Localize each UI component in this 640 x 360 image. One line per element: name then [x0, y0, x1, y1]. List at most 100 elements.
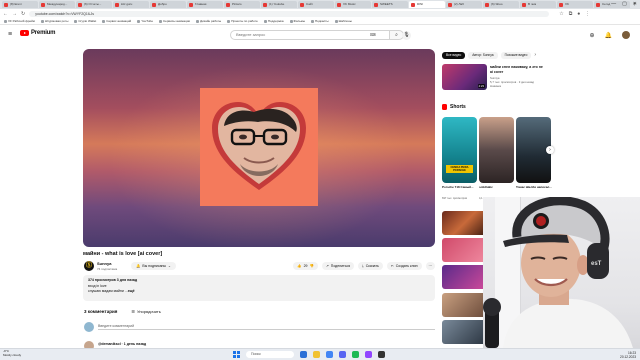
mic-icon[interactable]: 🎙 — [402, 31, 411, 40]
tab-favicon-icon — [448, 2, 452, 7]
channel-avatar[interactable]: Ⓢ — [84, 261, 94, 271]
search-input[interactable]: Введите запрос — [230, 30, 390, 40]
keyboard-icon[interactable]: ⌨ — [370, 32, 376, 37]
short-caption[interactable]: Томас Шелби написал... — [516, 185, 552, 190]
system-tray[interactable]: 16:23 20.12.2023 — [620, 351, 636, 359]
browser-tab[interactable]: Сайт — [298, 1, 334, 8]
back-icon[interactable]: ← — [3, 11, 8, 17]
bookmark-item[interactable]: Сервис анимаций — [102, 19, 131, 23]
short-card[interactable]: CEMOA PEWA PORSCHE — [442, 117, 477, 183]
file-explorer-icon[interactable] — [313, 351, 320, 358]
bookmark-item[interactable]: Сервисы анимации — [159, 19, 190, 23]
shorts-next-icon[interactable]: › — [546, 146, 554, 154]
taskbar-search[interactable]: Поиск — [246, 351, 294, 358]
browser-tab[interactable]: (6) Ясно — [483, 1, 519, 8]
short-caption[interactable]: Porsche 718 Самый... — [442, 185, 478, 190]
browser-tab[interactable]: VK Music — [335, 1, 371, 8]
browser-tab[interactable]: Международ... — [39, 1, 75, 8]
bookmark-item[interactable]: Шаблоны — [334, 19, 352, 23]
sort-button[interactable]: ☰ Упорядочить — [131, 309, 160, 314]
tab-favicon-icon — [559, 2, 563, 7]
close-icon[interactable]: ✕ — [633, 1, 637, 7]
browser-tab[interactable]: (1) Youtube — [261, 1, 297, 8]
browser-tab[interactable]: VK — [557, 1, 593, 8]
chip-related[interactable]: Похожие видео — [500, 52, 532, 59]
twitch-icon[interactable] — [365, 351, 372, 358]
chevron-right-icon[interactable]: › — [534, 52, 536, 59]
minimize-icon[interactable]: — — [611, 1, 616, 7]
shorts-label: Shorts — [450, 104, 466, 110]
obs-icon[interactable] — [378, 351, 385, 358]
youtube-logo[interactable]: Premium — [20, 30, 55, 36]
bookmark-item[interactable]: YouTube — [137, 19, 153, 23]
comment-author[interactable]: @demaniksol · 1 день назад — [98, 342, 146, 346]
browser-tab[interactable]: Добро — [150, 1, 186, 8]
download-icon: ⤓ — [362, 264, 364, 268]
rec-thumbnail[interactable] — [442, 238, 487, 262]
clip-button[interactable]: ✂ Создать клип — [386, 262, 422, 270]
browser-tab[interactable]: (6) Отчеты... — [76, 1, 112, 8]
forward-icon[interactable]: → — [12, 11, 17, 17]
bookmark-item[interactable]: Дизайн работы — [196, 19, 221, 23]
menu-icon[interactable]: ≡ — [8, 31, 12, 38]
task-view-icon[interactable] — [300, 351, 307, 358]
video-player[interactable] — [83, 49, 435, 247]
chrome-icon[interactable] — [326, 351, 333, 358]
bookmark-item[interactable]: Штурмовая роты — [40, 19, 68, 23]
short-card[interactable] — [479, 117, 514, 183]
rec-thumbnail[interactable] — [442, 320, 487, 344]
bookmark-label: Подкасты — [315, 19, 329, 23]
browser-tab[interactable]: (8) Ereni — [2, 1, 38, 8]
rec-title[interactable]: майни спел наживаку, а это не ai cover — [490, 65, 545, 74]
rec-thumbnail[interactable] — [442, 293, 487, 317]
bookmark-item[interactable]: Фильмы — [289, 19, 305, 23]
comment-input[interactable]: Введите комментарий — [98, 324, 435, 330]
maximize-icon[interactable]: ▢ — [622, 1, 627, 7]
chip-all[interactable]: Все видео — [442, 52, 466, 59]
discord-icon[interactable] — [339, 351, 346, 358]
notifications-icon[interactable]: 🔔 — [605, 32, 612, 39]
browser-tab[interactable]: SWEETS — [372, 1, 408, 8]
star-icon[interactable]: ☆ — [559, 11, 563, 17]
chip-author[interactable]: Автор: Sunnya — [468, 52, 498, 59]
bookmark-item[interactable]: Crypto Wallet — [74, 19, 96, 23]
download-button[interactable]: ⤓ Скачать — [358, 262, 383, 270]
short-overlay-text: CEMOA PEWA PORSCHE — [446, 165, 473, 173]
description-box[interactable]: 374 просмотров 3 дня назад вход in love … — [83, 275, 435, 301]
reload-icon[interactable]: ↻ — [21, 11, 25, 17]
bookmark-item[interactable]: Проекты по работе — [227, 19, 258, 23]
rec-meta: Sunnya 5,7 тыс. просмотров · 3 дня назад… — [490, 76, 535, 88]
taskbar-apps: Поиск — [233, 351, 385, 358]
browser-tab[interactable]: Pintaro — [224, 1, 260, 8]
more-actions-button[interactable]: ⋯ — [425, 262, 435, 270]
short-caption[interactable]: solidlukic — [479, 185, 515, 190]
weather-widget[interactable]: -9°C Mostly cloudy — [3, 349, 21, 357]
show-more-link[interactable]: ещё — [128, 289, 135, 293]
youtube-header: ≡ Premium Введите запрос ⌨ ⌕ 🎙 ⊕ 🔔 — [0, 26, 640, 44]
create-icon[interactable]: ⊕ — [589, 32, 594, 39]
bookmark-item[interactable]: Подкасты — [311, 19, 329, 23]
extensions-icon[interactable]: ⧉ — [569, 11, 573, 17]
like-button[interactable]: 👍 29 👎 — [293, 262, 318, 270]
bookmark-item[interactable]: VF Рабочий фрейм — [4, 19, 35, 23]
logo-text: Premium — [31, 30, 56, 36]
bookmark-item[interactable]: Поддержка — [263, 19, 284, 23]
rec-thumbnail[interactable] — [442, 211, 487, 235]
browser-tab[interactable]: DINI — [409, 1, 445, 8]
browser-tab[interactable]: (2) Лаб — [446, 1, 482, 8]
menu-dots-icon[interactable]: ⋮ — [585, 11, 590, 17]
profile-icon[interactable]: ● — [577, 11, 580, 17]
browser-tab[interactable]: lolz.guru — [113, 1, 149, 8]
channel-name[interactable]: Sunnya — [97, 261, 111, 266]
share-button[interactable]: ↗ Поделиться — [321, 262, 355, 270]
spotify-icon[interactable] — [352, 351, 359, 358]
rec-thumbnail[interactable]: 4:23 — [442, 64, 487, 90]
url-field[interactable]: youtube.com/watch?v=VWYF2Q1lLJs — [29, 10, 550, 17]
subscribe-button[interactable]: 🔔 Вы подписаны ⌄ — [131, 262, 176, 270]
browser-tab[interactable]: В чем — [520, 1, 556, 8]
rec-thumbnail[interactable] — [442, 265, 487, 289]
window-controls: — ▢ ✕ — [611, 1, 637, 7]
account-avatar[interactable] — [622, 31, 630, 39]
browser-tab[interactable]: Главная — [187, 1, 223, 8]
windows-start-icon[interactable] — [233, 351, 240, 358]
